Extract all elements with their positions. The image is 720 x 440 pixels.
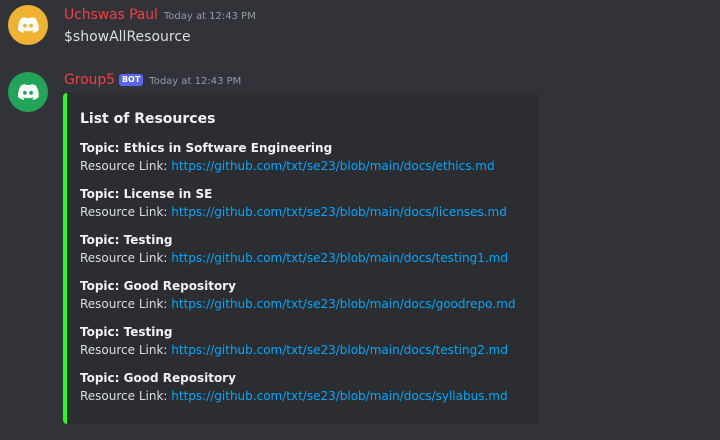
field-topic: Topic: Testing <box>80 325 173 339</box>
bot-badge: BOT <box>118 74 144 86</box>
field-label: Resource Link: <box>80 297 172 311</box>
discord-logo-icon <box>18 84 39 100</box>
field-label: Resource Link: <box>80 389 172 403</box>
message-timestamp: Today at 12:43 PM <box>149 76 242 87</box>
author-name[interactable]: Group5 <box>64 72 115 88</box>
embed-field: Topic: Good Repository Resource Link: ht… <box>80 370 530 404</box>
author-name[interactable]: Uchswas Paul <box>64 7 158 23</box>
resource-link[interactable]: https://github.com/txt/se23/blob/main/do… <box>171 251 508 265</box>
resource-link[interactable]: https://github.com/txt/se23/blob/main/do… <box>171 297 515 311</box>
field-topic: Topic: Good Repository <box>80 279 236 293</box>
message-header: Uchswas Paul Today at 12:43 PM <box>64 7 256 23</box>
embed-field: Topic: License in SE Resource Link: http… <box>80 186 530 220</box>
message-header: Group5 BOT Today at 12:43 PM <box>64 72 241 88</box>
resource-link[interactable]: https://github.com/txt/se23/blob/main/do… <box>171 343 508 357</box>
discord-logo-icon <box>18 17 39 33</box>
resource-link[interactable]: https://github.com/txt/se23/blob/main/do… <box>171 389 507 403</box>
resource-embed: List of Resources Topic: Ethics in Softw… <box>63 93 539 424</box>
resource-link[interactable]: https://github.com/txt/se23/blob/main/do… <box>171 159 494 173</box>
field-label: Resource Link: <box>80 251 172 265</box>
message-content: $showAllResource <box>64 29 191 45</box>
field-topic: Topic: Good Repository <box>80 371 236 385</box>
embed-field: Topic: Good Repository Resource Link: ht… <box>80 278 530 312</box>
field-topic: Topic: Ethics in Software Engineering <box>80 141 333 155</box>
resource-link[interactable]: https://github.com/txt/se23/blob/main/do… <box>171 205 507 219</box>
field-value: Resource Link: https://github.com/txt/se… <box>80 250 530 266</box>
field-value: Resource Link: https://github.com/txt/se… <box>80 158 530 174</box>
bot-avatar[interactable] <box>8 72 48 112</box>
field-label: Resource Link: <box>80 159 172 173</box>
field-topic: Topic: License in SE <box>80 187 213 201</box>
embed-field: Topic: Testing Resource Link: https://gi… <box>80 324 530 358</box>
field-topic: Topic: Testing <box>80 233 173 247</box>
embed-title: List of Resources <box>80 111 216 127</box>
user-avatar[interactable] <box>8 5 48 45</box>
field-label: Resource Link: <box>80 343 172 357</box>
field-value: Resource Link: https://github.com/txt/se… <box>80 204 530 220</box>
field-value: Resource Link: https://github.com/txt/se… <box>80 388 530 404</box>
field-value: Resource Link: https://github.com/txt/se… <box>80 342 530 358</box>
embed-field: Topic: Ethics in Software Engineering Re… <box>80 140 530 174</box>
field-label: Resource Link: <box>80 205 172 219</box>
field-value: Resource Link: https://github.com/txt/se… <box>80 296 530 312</box>
embed-field: Topic: Testing Resource Link: https://gi… <box>80 232 530 266</box>
message-timestamp: Today at 12:43 PM <box>163 11 256 22</box>
